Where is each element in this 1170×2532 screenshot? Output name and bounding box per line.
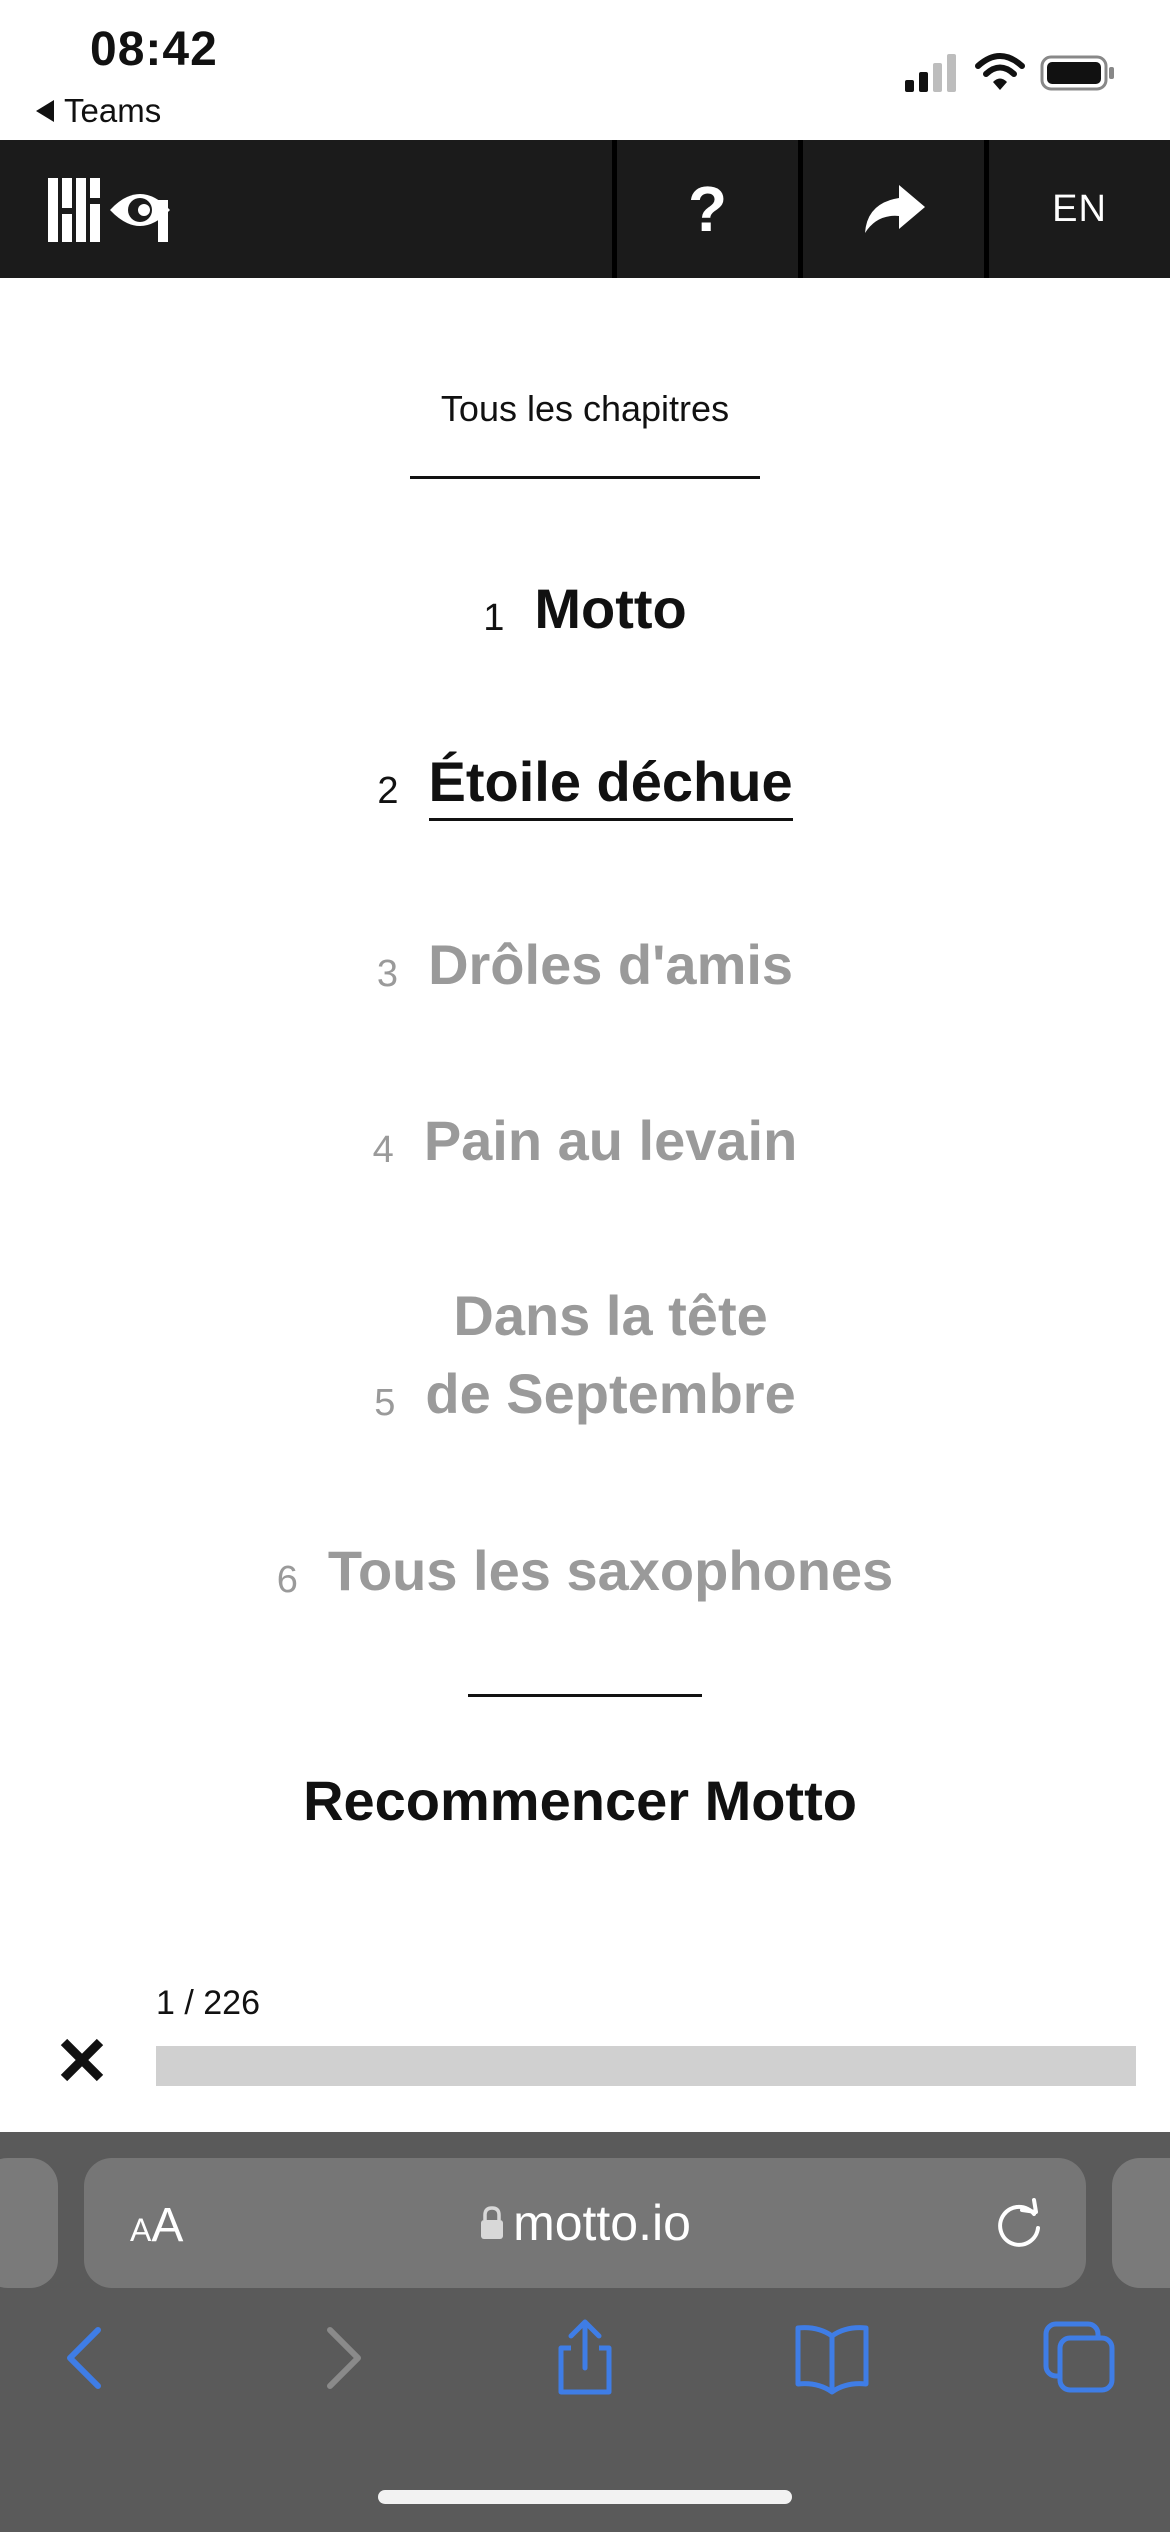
share-button[interactable] — [798, 140, 984, 278]
chapter-title: Dans la tête de Septembre — [425, 1277, 795, 1433]
list-end-divider — [468, 1694, 702, 1697]
previous-tab-peek[interactable] — [0, 2158, 58, 2288]
help-button[interactable]: ? — [612, 140, 798, 278]
forward-chevron-icon[interactable] — [300, 2318, 380, 2398]
chapter-item-6[interactable]: 6 Tous les saxophones — [0, 1532, 1170, 1610]
chapter-title-line-1: Dans la tête — [453, 1284, 768, 1347]
next-tab-peek[interactable] — [1112, 2158, 1170, 2288]
share-icon[interactable] — [545, 2318, 625, 2398]
chapter-number: 3 — [376, 953, 399, 995]
chapter-number: 2 — [377, 770, 399, 812]
progress-bar — [156, 2046, 1136, 2086]
onf-nfb-logo-icon[interactable] — [40, 170, 180, 250]
progress-bar-fill — [156, 2046, 160, 2086]
progress-count: 1 / 226 — [156, 1984, 260, 2022]
chapter-number: 1 — [483, 597, 505, 639]
chapters-heading: Tous les chapitres — [440, 388, 730, 429]
battery-icon — [1040, 55, 1114, 91]
chapter-number: 4 — [372, 1129, 394, 1171]
chapter-item-2[interactable]: 2 Étoile déchue — [0, 746, 1170, 821]
chapter-item-4[interactable]: 4 Pain au levain — [0, 1102, 1170, 1180]
chapter-title: Pain au levain — [423, 1109, 798, 1172]
back-chevron-icon[interactable] — [48, 2318, 128, 2398]
wifi-icon — [975, 53, 1025, 90]
heading-divider — [410, 476, 760, 479]
close-icon[interactable] — [52, 2030, 112, 2090]
address-bar[interactable]: AA motto.io — [84, 2158, 1086, 2288]
restart-button[interactable]: Recommencer Motto — [0, 1768, 1160, 1833]
status-time: 08:42 — [90, 23, 218, 76]
bookmarks-icon[interactable] — [792, 2318, 872, 2398]
cellular-signal-icon — [905, 54, 956, 92]
home-indicator — [378, 2490, 792, 2504]
status-bar: 08:42 Teams — [0, 0, 1170, 140]
chapter-title: Motto — [534, 577, 687, 640]
chapter-number: 5 — [374, 1382, 396, 1424]
chapter-title: Tous les saxophones — [327, 1539, 894, 1602]
url-display[interactable]: motto.io — [84, 2194, 1086, 2252]
chapter-title-line-2: de Septembre — [425, 1362, 796, 1425]
chapter-item-5[interactable]: 5 Dans la tête de Septembre — [0, 1277, 1170, 1433]
language-toggle-button[interactable]: EN — [984, 140, 1170, 278]
chapter-title: Drôles d'amis — [428, 933, 794, 996]
back-to-app-link[interactable]: Teams — [36, 92, 161, 130]
back-app-label: Teams — [64, 92, 162, 129]
back-triangle-icon — [36, 100, 54, 122]
url-text: motto.io — [513, 2195, 691, 2251]
chapter-item-3[interactable]: 3 Drôles d'amis — [0, 926, 1170, 1004]
reload-icon[interactable] — [992, 2198, 1046, 2252]
chapter-title: Étoile déchue — [428, 746, 793, 821]
chapter-number: 6 — [276, 1559, 298, 1601]
top-navigation-bar: ? EN — [0, 140, 1170, 278]
tabs-icon[interactable] — [1040, 2318, 1120, 2398]
lock-icon — [481, 2206, 504, 2239]
chapter-item-1[interactable]: 1 Motto — [0, 570, 1170, 648]
share-arrow-icon — [864, 185, 925, 233]
